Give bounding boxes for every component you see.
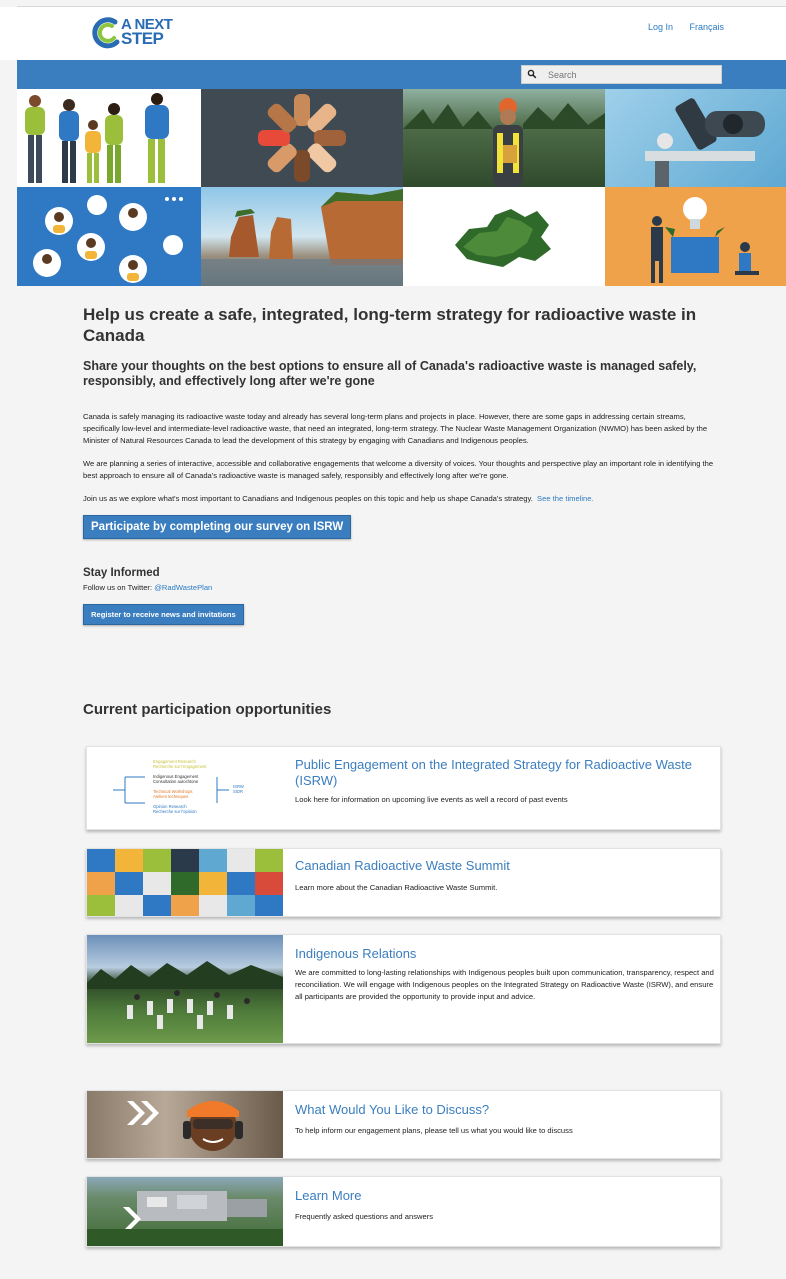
logo-line-2: STEP — [121, 29, 164, 48]
opportunity-card-discuss[interactable]: What Would You Like to Discuss? To help … — [86, 1090, 721, 1159]
card-title[interactable]: Public Engagement on the Integrated Stra… — [295, 757, 715, 789]
twitter-follow-text: Follow us on Twitter: — [83, 583, 153, 592]
stay-informed-heading: Stay Informed — [83, 567, 160, 579]
hero-image-hands-circle — [201, 89, 403, 187]
summit-collage-thumbnail — [87, 849, 283, 916]
card-title[interactable]: What Would You Like to Discuss? — [295, 1102, 715, 1118]
intro-paragraph-3-text: Join us as we explore what's most import… — [83, 494, 533, 503]
card-description: We are committed to long-lasting relatio… — [295, 968, 714, 1001]
logo-text[interactable]: A NEXT STEP — [121, 17, 173, 48]
opportunity-card-learn-more[interactable]: Learn More Frequently asked questions an… — [86, 1176, 721, 1247]
card-description: To help inform our engagement plans, ple… — [295, 1126, 573, 1135]
hero-image-sea-stacks — [201, 187, 403, 286]
intro-paragraph-2: We are planning a series of interactive,… — [83, 459, 714, 480]
main-content: Help us create a safe, integrated, long-… — [83, 304, 723, 625]
hero-image-people-network — [17, 187, 201, 286]
search-input[interactable] — [548, 67, 718, 82]
opportunity-card-indigenous[interactable]: Indigenous Relations We are committed to… — [86, 934, 721, 1044]
page-title: Help us create a safe, integrated, long-… — [83, 305, 697, 345]
hero-image-microscope — [605, 89, 786, 187]
page-subtitle: Share your thoughts on the best options … — [83, 359, 697, 388]
indigenous-gathering-thumbnail — [87, 935, 283, 1043]
intro-paragraph-1: Canada is safely managing its radioactiv… — [83, 412, 708, 445]
opportunity-card-isrw[interactable]: Engagement Research Recherche sur l'enga… — [86, 746, 721, 830]
top-links: Log In Français — [634, 22, 724, 32]
timeline-link[interactable]: See the timeline. — [537, 494, 594, 503]
hero-image-people-illustration — [17, 89, 201, 187]
learn-more-aerial-thumbnail — [87, 1177, 283, 1246]
card-description: Frequently asked questions and answers — [295, 1212, 434, 1221]
card-description: Learn more about the Canadian Radioactiv… — [295, 883, 498, 892]
hero-image-forest-worker — [403, 89, 605, 187]
twitter-follow: Follow us on Twitter: @RadWastePlan — [83, 583, 723, 592]
nav-bar — [17, 60, 786, 89]
register-button[interactable]: Register to receive news and invitations — [83, 604, 244, 625]
card-title[interactable]: Canadian Radioactive Waste Summit — [295, 858, 715, 874]
isrw-diagram-thumbnail: Engagement Research Recherche sur l'enga… — [87, 747, 283, 829]
card-title[interactable]: Indigenous Relations — [295, 946, 715, 962]
diagram-label-4: Consultation autochtone — [153, 779, 199, 784]
survey-button[interactable]: Participate by completing our survey on … — [83, 515, 352, 539]
language-toggle-link[interactable]: Français — [689, 22, 724, 32]
diagram-label-8: Recherche sur l'opinion — [153, 809, 197, 814]
diagram-label-sidr: SIDR — [233, 789, 243, 794]
site-header: A NEXT STEP Log In Français — [0, 7, 786, 60]
search-icon — [527, 69, 537, 79]
page: A NEXT STEP Log In Français Search Help … — [0, 0, 786, 1279]
opportunity-card-summit[interactable]: Canadian Radioactive Waste Summit Learn … — [86, 848, 721, 917]
hero-collage — [17, 89, 786, 286]
card-title[interactable]: Learn More — [295, 1188, 715, 1204]
hero-image-canada-map — [403, 187, 605, 286]
search-box[interactable] — [521, 65, 722, 84]
opportunities-heading: Current participation opportunities — [83, 701, 332, 718]
diagram-label-6: Ateliers techniques — [153, 794, 188, 799]
discuss-portrait-thumbnail — [87, 1091, 283, 1158]
intro-paragraph-3: Join us as we explore what's most import… — [83, 493, 723, 505]
twitter-link[interactable]: @RadWastePlan — [154, 583, 212, 592]
login-link[interactable]: Log In — [648, 22, 673, 32]
diagram-label-2: Recherche sur l'engagement — [153, 764, 207, 769]
hero-image-ideas-illustration — [605, 187, 786, 286]
card-description: Look here for information on upcoming li… — [295, 795, 568, 804]
